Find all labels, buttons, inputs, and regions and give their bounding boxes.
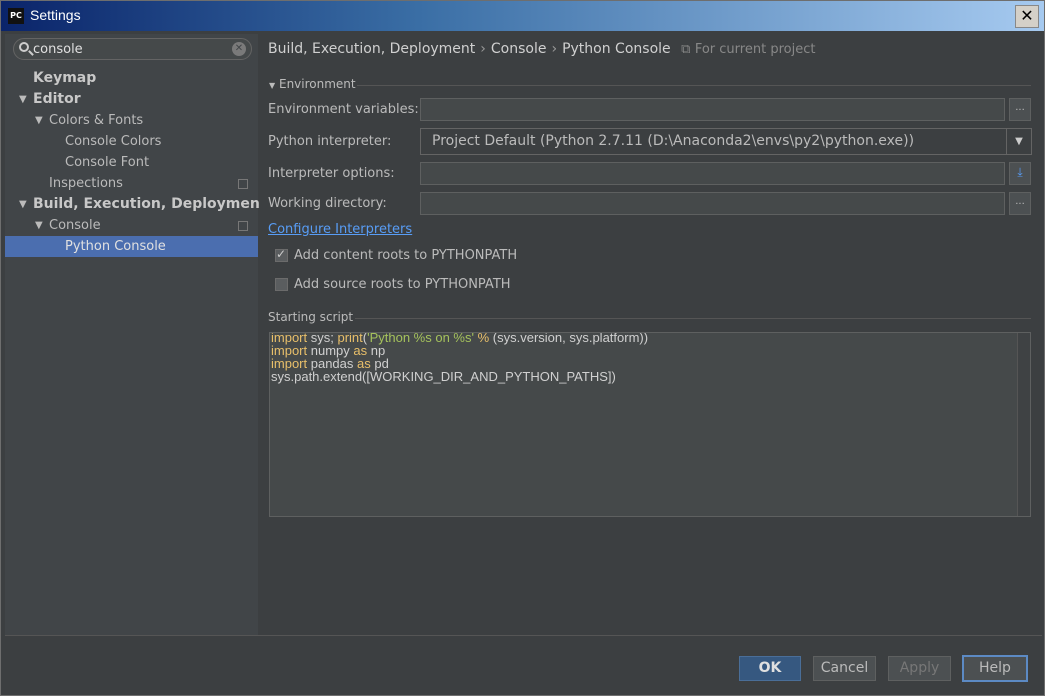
tree-item-label: Colors & Fonts <box>49 113 144 128</box>
tree-item-label: Keymap <box>33 70 97 86</box>
expand-field-icon[interactable]: ⤓ <box>1009 162 1031 185</box>
project-scope-label: For current project <box>694 42 816 57</box>
section-label: Environment <box>278 77 356 91</box>
tree-item-label: Console Colors <box>65 134 162 149</box>
ok-button[interactable]: OK <box>739 656 801 681</box>
expand-arrow-icon[interactable]: ▼ <box>35 110 43 131</box>
project-scope-icon <box>238 221 248 231</box>
environment-section-header[interactable]: ▼ Environment <box>269 77 356 91</box>
section-divider <box>355 318 1031 319</box>
breadcrumb-part: Build, Execution, Deployment <box>268 41 476 57</box>
tree-item-label: Python Console <box>65 239 166 254</box>
tree-item-colors-fonts[interactable]: ▼ Colors & Fonts <box>5 110 258 131</box>
cancel-button[interactable]: Cancel <box>813 656 876 681</box>
pycharm-app-icon: PC <box>8 8 24 24</box>
interpreter-label: Python interpreter: <box>268 134 392 149</box>
script-code[interactable]: import sys; print('Python %s on %s' % (s… <box>271 332 648 384</box>
settings-sidebar: console ✕ Keymap ▼ Editor ▼ Colors & Fon… <box>5 34 267 635</box>
tree-item-console-font[interactable]: Console Font <box>5 152 258 173</box>
env-vars-label: Environment variables: <box>268 102 419 117</box>
settings-tree: Keymap ▼ Editor ▼ Colors & Fonts Console… <box>5 68 267 257</box>
section-divider <box>357 85 1031 86</box>
breadcrumb-separator: › <box>551 41 558 57</box>
starting-script-label: Starting script <box>268 310 354 324</box>
tree-item-editor[interactable]: ▼ Editor <box>5 89 258 110</box>
tree-item-console-colors[interactable]: Console Colors <box>5 131 258 152</box>
expand-arrow-icon[interactable]: ▼ <box>19 89 27 110</box>
script-line: sys.path.extend([WORKING_DIR_AND_PYTHON_… <box>271 369 616 384</box>
interpreter-options-field[interactable] <box>420 162 1005 185</box>
env-vars-browse-button[interactable]: ... <box>1009 98 1031 121</box>
breadcrumb-part: Python Console <box>562 41 671 57</box>
add-source-roots-label: Add source roots to PYTHONPATH <box>294 277 511 292</box>
tree-item-console[interactable]: ▼ Console <box>5 215 258 236</box>
search-input-value[interactable]: console <box>33 42 83 57</box>
settings-search-field[interactable]: console ✕ <box>13 38 252 60</box>
tree-item-label: Editor <box>33 91 81 107</box>
tree-item-label: Console <box>49 218 101 233</box>
breadcrumb-separator: › <box>480 41 486 57</box>
breadcrumb-part: Console <box>490 41 547 57</box>
apply-button[interactable]: Apply <box>888 656 951 681</box>
tree-item-label: Console Font <box>65 155 150 170</box>
interpreter-combo[interactable]: Project Default (Python 2.7.11 (D:\Anaco… <box>420 128 1032 155</box>
search-icon <box>19 42 29 52</box>
chevron-down-icon[interactable]: ▼ <box>1006 129 1031 154</box>
settings-window: PC Settings ✕ console ✕ Keymap ▼ Editor … <box>0 0 1045 696</box>
dialog-button-bar: OK Cancel Apply Help <box>5 635 1042 694</box>
editor-scrollbar[interactable] <box>1017 333 1030 516</box>
settings-content: Build, Execution, Deployment › Console › Pyt… <box>259 34 1044 634</box>
tree-item-python-console[interactable]: Python Console <box>5 236 258 257</box>
expand-arrow-icon[interactable]: ▼ <box>35 215 43 236</box>
interpreter-options-label: Interpreter options: <box>268 166 395 181</box>
working-directory-label: Working directory: <box>268 196 387 211</box>
starting-script-editor[interactable]: import sys; print('Python %s on %s' % (s… <box>269 332 1031 517</box>
clear-search-icon[interactable]: ✕ <box>232 42 246 56</box>
working-directory-field[interactable] <box>420 192 1005 215</box>
add-content-roots-label: Add content roots to PYTHONPATH <box>294 248 518 263</box>
configure-interpreters-link[interactable]: Configure Interpreters <box>268 222 412 237</box>
tree-item-label: Build, Execution, Deployment <box>33 196 267 212</box>
project-scope-icon: ⧉ <box>681 42 691 57</box>
collapse-arrow-icon: ▼ <box>269 81 276 90</box>
tree-item-build-execution-deployment[interactable]: ▼ Build, Execution, Deployment <box>5 194 267 215</box>
code-operator: % <box>477 332 490 345</box>
breadcrumb: Build, Execution, Deployment › Console › Pyt… <box>268 41 815 57</box>
help-button[interactable]: Help <box>962 655 1028 682</box>
window-title: Settings <box>30 7 81 23</box>
expand-arrow-icon[interactable]: ▼ <box>19 194 27 215</box>
project-scope-icon <box>238 179 248 189</box>
interpreter-value: Project Default (Python 2.7.11 (D:\Anaco… <box>432 133 915 149</box>
add-content-roots-checkbox[interactable] <box>275 247 288 262</box>
env-vars-field[interactable] <box>420 98 1005 121</box>
title-bar[interactable]: PC Settings ✕ <box>1 1 1044 31</box>
tree-item-inspections[interactable]: Inspections <box>5 173 258 194</box>
working-directory-browse-button[interactable]: ... <box>1009 192 1031 215</box>
tree-item-keymap[interactable]: Keymap <box>5 68 258 89</box>
close-window-button[interactable]: ✕ <box>1015 5 1039 28</box>
add-source-roots-checkbox[interactable] <box>275 278 288 291</box>
tree-item-label: Inspections <box>49 176 123 191</box>
